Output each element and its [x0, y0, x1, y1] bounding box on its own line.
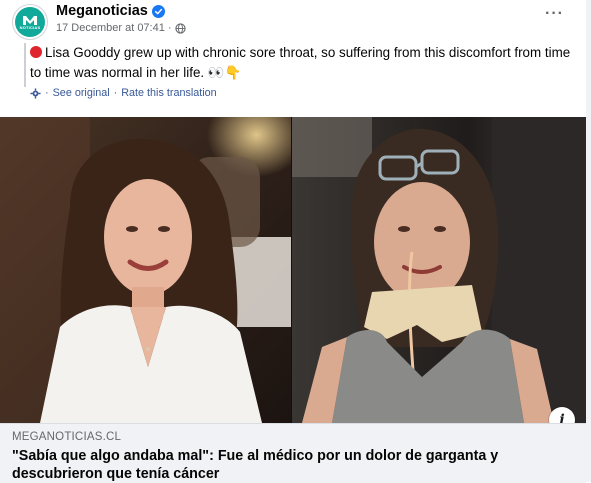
translation-separator-lead: · — [45, 87, 49, 99]
photo-right — [292, 117, 586, 423]
post-text: Lisa Gooddy grew up with chronic sore th… — [30, 43, 575, 83]
photo-left-illustration — [0, 117, 292, 423]
page-name-row: Meganoticias — [56, 3, 165, 19]
globe-icon[interactable] — [174, 22, 186, 34]
link-domain: MEGANOTICIAS.CL — [12, 431, 122, 443]
see-original-link[interactable]: See original — [53, 87, 110, 99]
link-preview-footer[interactable]: MEGANOTICIAS.CL "Sabía que algo andaba m… — [0, 423, 586, 483]
rate-translation-link[interactable]: Rate this translation — [121, 87, 216, 99]
translation-separator: · — [113, 87, 118, 99]
timestamp-link[interactable]: 17 December at 07:41 — [56, 22, 165, 34]
post-text-body: Lisa Gooddy grew up with chronic sore th… — [30, 45, 571, 80]
photo-right-illustration — [292, 117, 586, 423]
page-avatar[interactable]: NOTICIAS — [12, 4, 48, 40]
avatar-subtext: NOTICIAS — [19, 24, 41, 30]
link-headline[interactable]: "Sabía que algo andaba mal": Fue al médi… — [12, 447, 572, 483]
feed-background-edge — [586, 0, 591, 482]
meganoticias-logo: NOTICIAS — [15, 7, 45, 37]
link-preview-image[interactable] — [0, 117, 586, 423]
translation-row: · See original · Rate this translation — [30, 87, 217, 99]
meta-separator: · — [167, 22, 172, 34]
red-circle-icon — [30, 46, 42, 58]
more-options-button[interactable]: ··· — [545, 5, 564, 23]
photo-left — [0, 117, 292, 423]
facebook-post: NOTICIAS Meganoticias 17 December at 07:… — [0, 0, 586, 483]
page-name-link[interactable]: Meganoticias — [56, 3, 148, 19]
verified-badge-icon — [151, 4, 165, 18]
translation-quote-bar — [24, 43, 26, 87]
post-meta: 17 December at 07:41 · — [56, 22, 186, 34]
gear-icon — [30, 87, 41, 99]
